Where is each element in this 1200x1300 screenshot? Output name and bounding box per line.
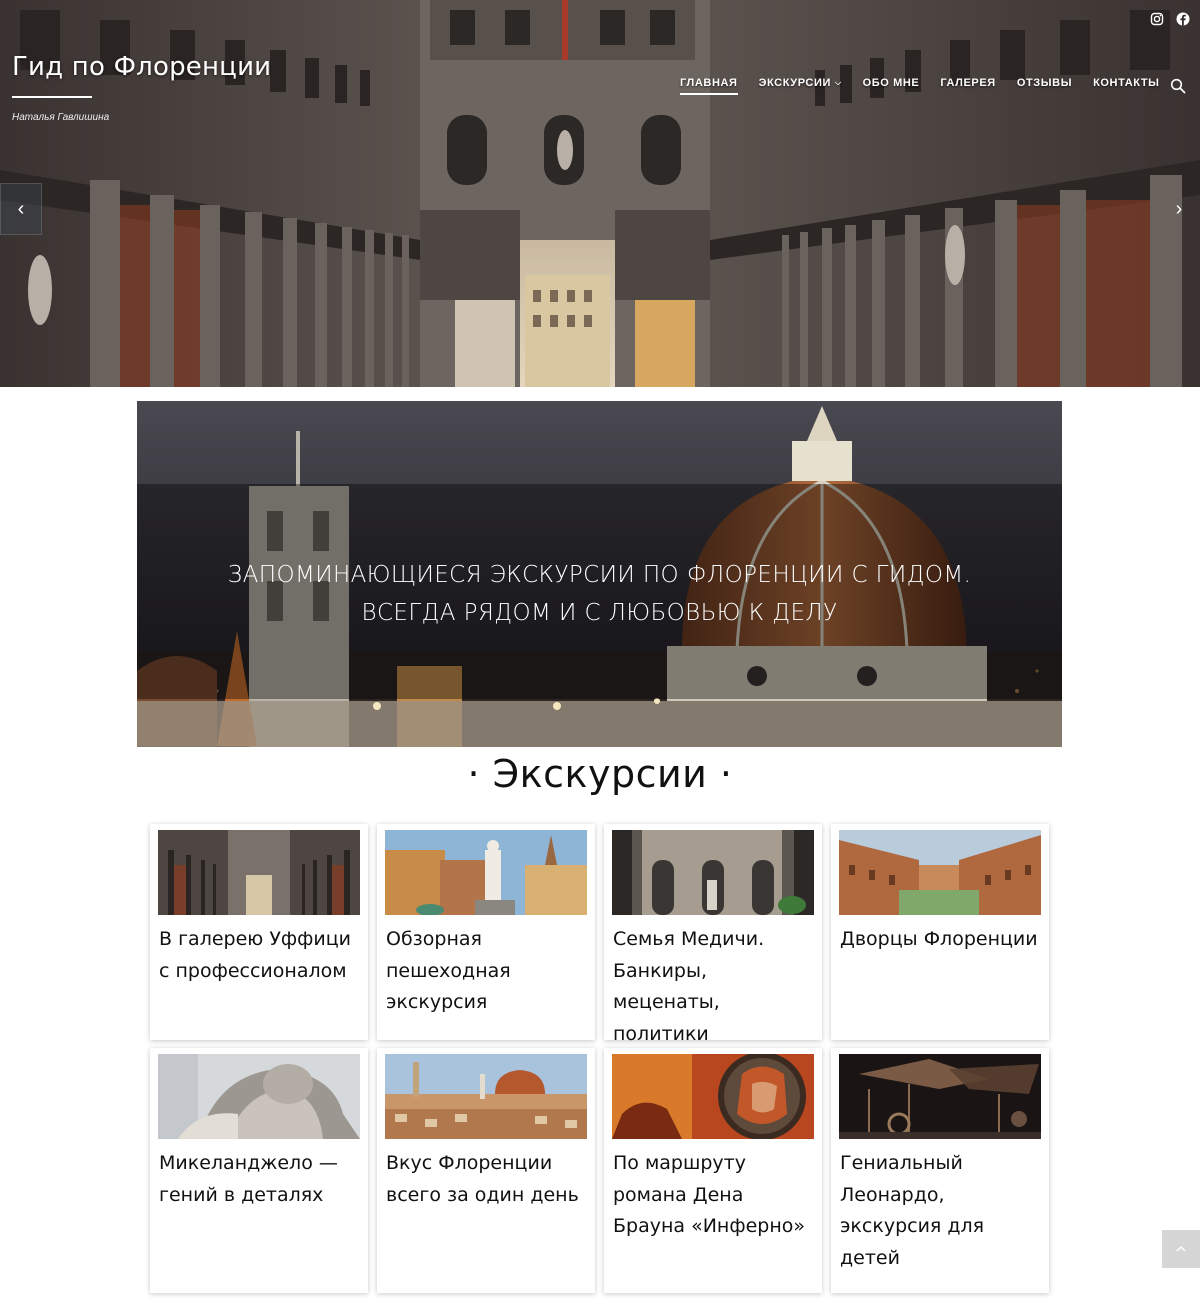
- banner-heading-line-2: ВСЕГДА РЯДОМ И С ЛЮБОВЬЮ К ДЕЛУ: [361, 600, 838, 626]
- site-title[interactable]: Гид по Флоренции: [12, 52, 271, 82]
- site-tagline: Наталья Гавлишина: [12, 112, 110, 123]
- tour-card-title: По маршруту романа Дена Брауна «Инферно»: [613, 1152, 806, 1237]
- tour-card[interactable]: По маршруту романа Дена Брауна «Инферно»: [604, 1048, 822, 1293]
- instagram-icon[interactable]: [1150, 12, 1164, 26]
- slider-next-button[interactable]: ›: [1158, 183, 1200, 235]
- section-title-tours: · Экскурсии ·: [467, 752, 733, 796]
- hero-slider: Гид по Флоренции Наталья Гавлишина Главн…: [0, 0, 1200, 387]
- nav-item-about[interactable]: Обо мне: [863, 77, 920, 95]
- site-branding: Гид по Флоренции Наталья Гавлишина: [12, 52, 271, 123]
- nav-item-home[interactable]: Главная: [680, 77, 738, 95]
- banner-heading-line-1: ЗАПОМИНАЮЩИЕСЯ ЭКСКУРСИИ ПО ФЛОРЕНЦИИ С …: [227, 562, 972, 588]
- tour-card[interactable]: Гениальный Леонардо, экскурсия для детей: [831, 1048, 1049, 1293]
- tour-card[interactable]: Микеланджело — гений в деталях: [150, 1048, 368, 1293]
- tour-card-title: Дворцы Флоренции: [840, 928, 1038, 950]
- back-to-top-button[interactable]: [1162, 1230, 1200, 1268]
- chevron-left-icon: ‹: [17, 197, 25, 220]
- nav-item-tours[interactable]: Экскурсии ⌵: [759, 77, 842, 95]
- card-image-signoria: [385, 830, 587, 915]
- tour-card[interactable]: Дворцы Флоренции: [831, 824, 1049, 1040]
- tour-card[interactable]: Вкус Флоренции всего за один день: [377, 1048, 595, 1293]
- tour-card-title: В галерею Уффици с профессионалом: [159, 928, 352, 982]
- tour-card-title: Гениальный Леонардо, экскурсия для детей: [840, 1152, 985, 1269]
- tour-card-title: Вкус Флоренции всего за один день: [386, 1152, 579, 1206]
- tour-card-title: Микеланджело — гений в деталях: [159, 1152, 338, 1206]
- chevron-right-icon: ›: [1175, 197, 1183, 220]
- tour-card[interactable]: В галерею Уффици с профессионалом: [150, 824, 368, 1040]
- chevron-down-icon: ⌵: [834, 78, 842, 88]
- nav-item-tours-label: Экскурсии: [758, 77, 831, 89]
- card-image-uffizi: [158, 830, 360, 915]
- tour-card-title: Семья Медичи. Банкиры, меценаты, политик…: [613, 928, 765, 1045]
- nav-item-contacts[interactable]: Контакты: [1093, 77, 1159, 95]
- nav-item-gallery[interactable]: Галерея: [940, 77, 995, 95]
- tour-card-title: Обзорная пешеходная экскурсия: [386, 928, 511, 1013]
- tour-card[interactable]: Обзорная пешеходная экскурсия: [377, 824, 595, 1040]
- card-image-medici: [612, 830, 814, 915]
- card-image-pitti: [839, 830, 1041, 915]
- main-navigation: Главная Экскурсии ⌵ Обо мне Галерея Отзыв…: [680, 77, 1181, 95]
- facebook-icon[interactable]: [1176, 12, 1190, 26]
- card-image-dante: [612, 1054, 814, 1139]
- card-image-leonardo: [839, 1054, 1041, 1139]
- title-divider: [12, 96, 92, 98]
- card-image-panorama: [385, 1054, 587, 1139]
- nav-item-reviews[interactable]: Отзывы: [1017, 77, 1072, 95]
- search-icon[interactable]: [1170, 78, 1186, 94]
- card-image-david: [158, 1054, 360, 1139]
- chevron-up-icon: [1176, 1245, 1186, 1252]
- slider-prev-button[interactable]: ‹: [0, 183, 42, 235]
- tour-card[interactable]: Семья Медичи. Банкиры, меценаты, политик…: [604, 824, 822, 1045]
- social-links: [1150, 12, 1190, 26]
